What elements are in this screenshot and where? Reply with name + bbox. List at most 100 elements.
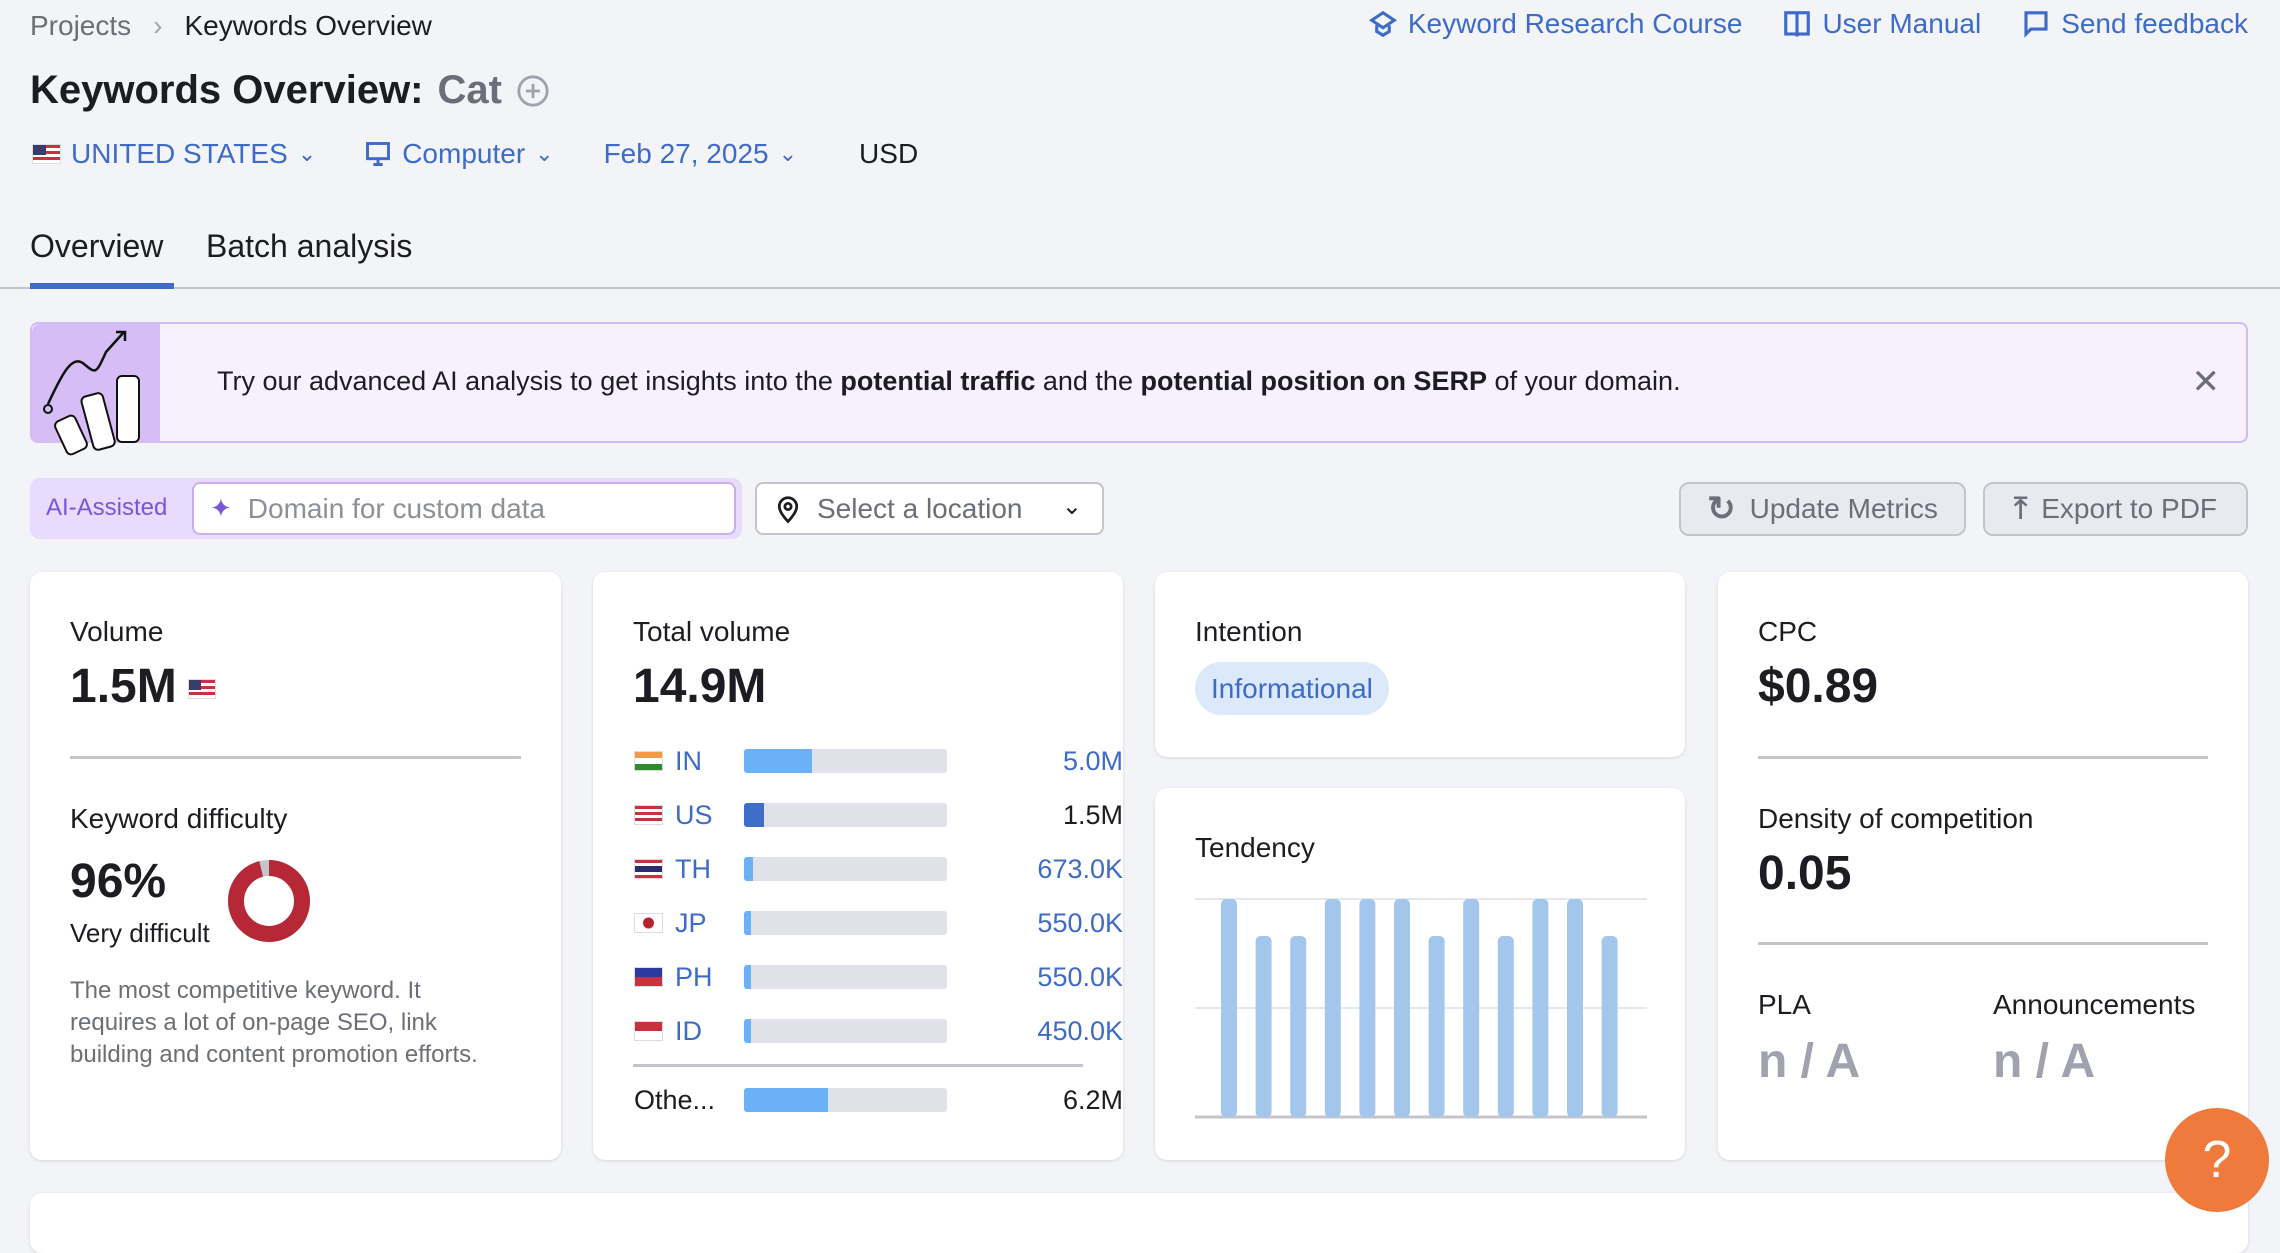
banner-illustration <box>32 324 160 456</box>
tendency-bar <box>1255 936 1272 1117</box>
country-share-fill <box>744 1088 829 1112</box>
country-label: UNITED STATES <box>71 138 288 169</box>
country-code: JP <box>675 907 707 938</box>
close-icon[interactable]: ✕ <box>2192 362 2221 402</box>
tendency-bar <box>1221 899 1237 1117</box>
banner-text: Try our advanced AI analysis to get insi… <box>217 366 1681 397</box>
tendency-bar <box>1532 899 1549 1117</box>
country-row-id[interactable]: ID 450.0K <box>634 1016 1123 1046</box>
pla-value: n / A <box>1758 1035 1861 1088</box>
us-flag-icon <box>634 805 663 825</box>
tabs-divider <box>0 287 2280 289</box>
export-pdf-button[interactable]: ⤒ Export to PDF <box>1983 482 2248 536</box>
tendency-label: Tendency <box>1195 832 1315 863</box>
ai-promo-banner: Try our advanced AI analysis to get insi… <box>30 322 2248 456</box>
currency-label: USD <box>859 138 919 169</box>
help-button[interactable]: ? <box>2165 1108 2269 1212</box>
us-flag-icon <box>32 144 61 164</box>
link-label: Keyword Research Course <box>1407 8 1743 39</box>
tendency-bar <box>1601 936 1618 1117</box>
country-row-in[interactable]: IN 5.0M <box>634 746 1123 776</box>
announcements-value: n / A <box>1993 1035 2096 1088</box>
country-select[interactable]: UNITED STATES ⌄ <box>32 138 316 170</box>
update-metrics-button[interactable]: ↻ Update Metrics <box>1679 482 1966 536</box>
keyword-research-course-link[interactable]: Keyword Research Course <box>1368 8 1743 40</box>
difficulty-donut <box>228 860 310 942</box>
country-row-ph[interactable]: PH 550.0K <box>634 962 1123 992</box>
title-prefix: Keywords Overview: <box>30 68 424 112</box>
country-share-bar <box>744 1088 947 1112</box>
country-volume: 550.0K <box>1037 907 1123 938</box>
country-share-bar <box>744 749 947 773</box>
chat-bubble-icon <box>2024 11 2048 38</box>
tendency-bar <box>1428 936 1445 1117</box>
density-label: Density of competition <box>1758 803 2034 834</box>
user-manual-link[interactable]: User Manual <box>1782 8 1981 40</box>
country-code: PH <box>675 961 713 992</box>
sparkle-icon: ✦ <box>210 493 232 523</box>
refresh-icon: ↻ <box>1707 490 1736 528</box>
country-row-jp[interactable]: JP 550.0K <box>634 908 1123 938</box>
location-select[interactable]: Select a location ⌄ <box>755 482 1104 535</box>
banner-bold-traffic: potential traffic <box>840 366 1036 396</box>
chevron-down-icon: ⌄ <box>535 141 554 166</box>
country-code: ID <box>675 1015 702 1046</box>
country-row-us[interactable]: US 1.5M <box>634 800 1123 830</box>
cpc-card: CPC $0.89 Density of competition 0.05 PL… <box>1718 572 2248 1160</box>
country-code: US <box>675 799 713 830</box>
divider <box>633 1064 1083 1067</box>
chevron-down-icon: ⌄ <box>1061 493 1082 520</box>
location-placeholder: Select a location <box>817 492 1023 524</box>
total-volume-value: 14.9M <box>633 660 767 713</box>
date-select[interactable]: Feb 27, 2025 ⌄ <box>604 138 797 170</box>
total-volume-label: Total volume <box>633 616 791 647</box>
upload-icon: ⤒ <box>2013 492 2028 525</box>
country-row-other: Othe... 6.2M <box>634 1085 1123 1115</box>
difficulty-value: 96% <box>70 855 167 908</box>
banner-text-part: of your domain. <box>1486 366 1681 396</box>
id-flag-icon <box>634 1021 663 1041</box>
breadcrumb: Projects › Keywords Overview <box>30 10 432 42</box>
banner-bold-serp: potential position on SERP <box>1140 366 1487 396</box>
send-feedback-link[interactable]: Send feedback <box>2021 8 2248 40</box>
device-select[interactable]: Computer ⌄ <box>364 138 554 170</box>
divider <box>1758 942 2208 945</box>
country-share-bar <box>744 1019 947 1043</box>
ph-flag-icon <box>634 967 663 987</box>
chevron-right-icon: › <box>153 10 163 41</box>
country-share-fill <box>744 803 765 827</box>
tendency-card: Tendency <box>1155 788 1685 1160</box>
link-label: User Manual <box>1822 8 1982 39</box>
ai-assisted-group: AI-Assisted ✦ Domain for custom data <box>30 478 742 539</box>
volume-value: 1.5M <box>70 660 177 713</box>
button-label: Update Metrics <box>1749 493 1938 524</box>
density-value: 0.05 <box>1758 847 1852 900</box>
domain-input[interactable]: ✦ Domain for custom data <box>192 482 736 535</box>
chevron-down-icon: ⌄ <box>778 141 798 166</box>
computer-icon <box>366 142 391 166</box>
th-flag-icon <box>634 859 663 879</box>
filters: UNITED STATES ⌄ Computer ⌄ Feb 27, 2025 … <box>32 138 918 170</box>
help-icon: ? <box>2202 1131 2232 1189</box>
total-volume-card: Total volume 14.9M IN 5.0M US 1.5M TH 673.0K J… <box>593 572 1123 1160</box>
add-circle-icon[interactable] <box>516 74 550 108</box>
tendency-bar <box>1324 899 1341 1117</box>
tendency-chart <box>1195 898 1647 1119</box>
title-keyword: Cat <box>437 68 502 112</box>
country-row-th[interactable]: TH 673.0K <box>634 854 1123 884</box>
tendency-bar <box>1290 936 1307 1117</box>
tab-batch-analysis[interactable]: Batch analysis <box>206 228 412 265</box>
tab-overview[interactable]: Overview <box>30 228 174 289</box>
country-volume: 5.0M <box>1062 745 1123 776</box>
description-line: The most competitive keyword. It <box>70 977 421 1004</box>
divider <box>70 756 521 759</box>
breadcrumb-current: Keywords Overview <box>184 10 432 41</box>
country-volume: 673.0K <box>1037 853 1123 884</box>
in-flag-icon <box>634 751 663 771</box>
bottom-card <box>30 1193 2248 1253</box>
growth-chart-icon <box>43 330 140 456</box>
chevron-down-icon: ⌄ <box>297 141 317 166</box>
breadcrumb-projects[interactable]: Projects <box>30 10 131 42</box>
link-label: Send feedback <box>2061 8 2248 39</box>
country-share-fill <box>744 1019 752 1043</box>
